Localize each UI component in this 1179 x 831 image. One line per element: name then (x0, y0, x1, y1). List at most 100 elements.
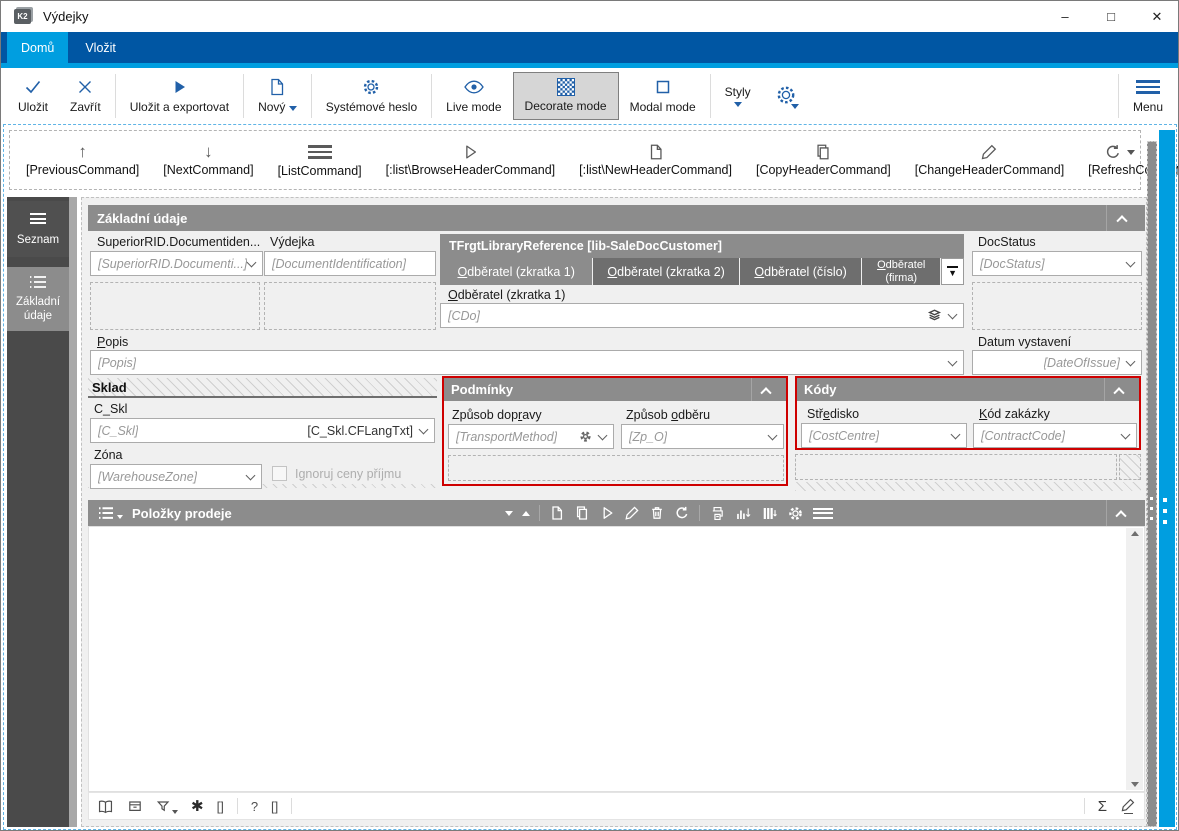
decorate-mode-button[interactable]: Decorate mode (513, 72, 619, 120)
tab-vlozit[interactable]: Vložit (71, 32, 130, 63)
docstatus-combo[interactable]: [DocStatus] (972, 251, 1142, 276)
chevron-down-icon (246, 470, 256, 480)
docstatus-label: DocStatus (978, 235, 1036, 249)
date-of-issue-label: Datum vystavení (978, 335, 1071, 349)
empty-grid-cell (264, 282, 436, 330)
brackets-icon[interactable]: [] (271, 799, 278, 814)
copy-header-command-button[interactable]: [CopyHeaderCommand] (744, 133, 903, 187)
browse-item-button[interactable] (599, 505, 615, 521)
contract-code-combo[interactable]: [ContractCode] (973, 423, 1137, 448)
items-settings-button[interactable] (787, 505, 804, 522)
chart-button[interactable] (735, 505, 752, 522)
vydejka-input[interactable]: [DocumentIdentification] (264, 251, 436, 276)
print-button[interactable] (709, 505, 726, 522)
scroll-up-icon[interactable] (1131, 531, 1139, 536)
tab-domu[interactable]: Domů (7, 32, 68, 63)
zona-label: Zóna (94, 448, 123, 462)
sum-sigma-button[interactable]: Σ (1098, 798, 1107, 815)
browse-header-command-button[interactable]: [:list\BrowseHeaderCommand] (374, 133, 568, 187)
date-of-issue-combo[interactable]: [DateOfIssue] (972, 350, 1142, 375)
ribbon-menu-button[interactable]: Menu (1122, 72, 1174, 120)
new-button[interactable]: Nový (247, 72, 308, 120)
empty-grid-cell (972, 282, 1142, 330)
live-mode-button[interactable]: Live mode (435, 72, 512, 120)
asterisk-icon[interactable]: ✱ (191, 797, 204, 815)
popis-combo[interactable]: [Popis] (90, 350, 964, 375)
chevron-down-icon (768, 430, 778, 440)
move-up-button[interactable] (522, 511, 530, 516)
new-header-command-button[interactable]: [:list\NewHeaderCommand] (567, 133, 744, 187)
items-menu-button[interactable] (813, 505, 833, 521)
vertical-scrollbar[interactable] (1126, 528, 1143, 790)
columns-button[interactable] (761, 505, 778, 522)
right-splitter-bar[interactable] (1147, 141, 1157, 827)
filter-button[interactable] (156, 799, 178, 814)
gear-icon (579, 430, 592, 443)
checker-icon (557, 78, 575, 96)
chevron-down-icon (951, 429, 961, 439)
close-document-button[interactable]: Zavřít (59, 72, 112, 120)
save-button[interactable]: Uložit (7, 72, 59, 120)
settings-gear-button[interactable] (762, 72, 810, 120)
modal-mode-button[interactable]: Modal mode (619, 72, 707, 120)
more-tabs-button[interactable]: ▼ (941, 258, 964, 285)
maximize-button[interactable]: □ (1088, 1, 1134, 32)
c-skl-combo[interactable]: [C_Skl] [C_Skl.CFLangTxt] (90, 418, 435, 443)
sidebar-item-seznam[interactable]: Seznam (7, 201, 69, 257)
drag-handle-dots (1163, 498, 1167, 524)
pencil-icon (980, 143, 998, 161)
edit-pencil-button[interactable] (1120, 798, 1136, 815)
previous-command-button[interactable]: ↑ [PreviousCommand] (14, 133, 151, 187)
copy-item-button[interactable] (574, 505, 590, 521)
collapse-section-button[interactable] (1106, 205, 1136, 231)
ignore-prices-checkbox-row[interactable]: Ignoruj ceny příjmu (272, 466, 401, 481)
new-item-button[interactable] (549, 505, 565, 521)
change-header-command-button[interactable]: [ChangeHeaderCommand] (903, 133, 1076, 187)
tab-odberatel-firma[interactable]: Odběratel (firma) (862, 258, 940, 285)
save-export-button[interactable]: Uložit a exportovat (119, 72, 240, 120)
items-grid-area[interactable] (88, 526, 1145, 792)
question-icon[interactable]: ? (251, 799, 258, 814)
new-document-icon (267, 77, 287, 97)
tab-odberatel-cislo[interactable]: Odběratel (číslo) (740, 258, 862, 285)
sidebar-item-zakladni-udaje[interactable]: Základní údaje (7, 267, 69, 331)
cdo-combo[interactable]: [CDo] (440, 303, 964, 328)
system-password-button[interactable]: Systémové heslo (315, 72, 428, 120)
section-header-zakladni-udaje[interactable]: Základní údaje (88, 205, 1145, 231)
superior-rid-label: SuperiorRID.Documentiden... (97, 235, 260, 249)
collapse-group-button[interactable] (751, 378, 779, 401)
toolbar-separator (1118, 74, 1119, 118)
book-icon-button[interactable] (97, 798, 114, 815)
edit-item-button[interactable] (624, 505, 640, 521)
ribbon-tabbar: Domů Vložit (1, 32, 1179, 63)
next-command-button[interactable]: ↓ [NextCommand] (151, 133, 265, 187)
close-button[interactable]: ✕ (1134, 1, 1179, 32)
main-toolbar: Uložit Zavřít Uložit a exportovat Nový S… (1, 68, 1179, 123)
layers-icon (927, 308, 942, 323)
collapse-group-button[interactable] (1104, 378, 1132, 401)
c-skl-langtext: [C_Skl.CFLangTxt] (307, 424, 413, 438)
move-down-button[interactable] (505, 511, 513, 516)
popis-label: Popis (97, 335, 128, 349)
archive-box-button[interactable] (127, 798, 143, 814)
delete-item-button[interactable] (649, 505, 665, 521)
transport-method-combo[interactable]: [TransportMethod] (448, 424, 614, 449)
cost-centre-combo[interactable]: [CostCentre] (801, 423, 967, 448)
tab-odberatel-zkratka-2[interactable]: Odběratel (zkratka 2) (593, 258, 738, 285)
collapse-items-button[interactable] (1106, 500, 1136, 526)
tab-odberatel-zkratka-1[interactable]: Odběratel (zkratka 1) (440, 258, 592, 285)
sidebar-splitter[interactable] (69, 197, 77, 827)
checkbox[interactable] (272, 466, 287, 481)
right-panel-bar[interactable] (1159, 130, 1175, 827)
brackets-icon[interactable]: [] (217, 799, 224, 814)
minimize-button[interactable]: – (1042, 1, 1088, 32)
superior-rid-combo[interactable]: [SuperiorRID.Documenti...] (90, 251, 263, 276)
refresh-items-button[interactable] (674, 505, 690, 521)
zona-combo[interactable]: [WarehouseZone] (90, 464, 262, 489)
section-header-polozky-prodeje[interactable]: Položky prodeje (88, 500, 1145, 526)
stredisko-label: Středisko (807, 407, 859, 421)
list-command-button[interactable]: [ListCommand] (266, 133, 374, 187)
scroll-down-icon[interactable] (1131, 782, 1139, 787)
styles-button[interactable]: Styly (714, 72, 762, 120)
odber-method-combo[interactable]: [Zp_O] (621, 424, 784, 449)
